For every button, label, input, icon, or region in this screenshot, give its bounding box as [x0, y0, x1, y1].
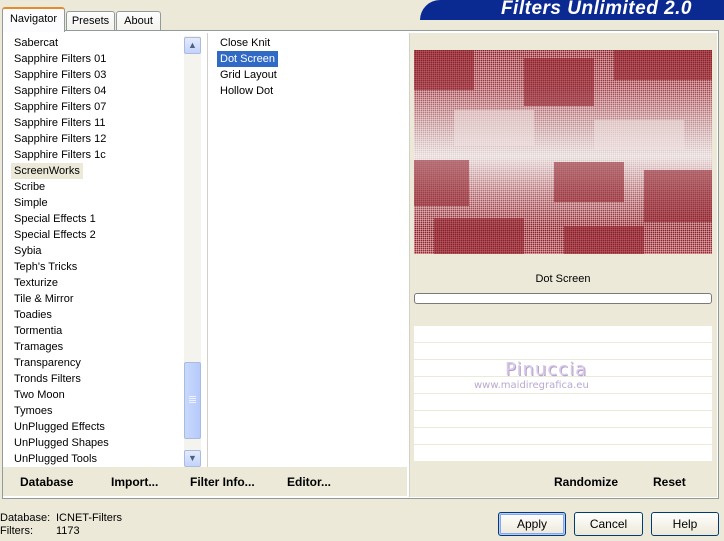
category-item[interactable]: Two Moon — [11, 387, 68, 403]
category-item[interactable]: Toadies — [11, 307, 55, 323]
category-item[interactable]: Tile & Mirror — [11, 291, 76, 307]
tab-navigator[interactable]: Navigator — [2, 7, 65, 32]
category-item[interactable]: UnPlugged Effects — [11, 419, 108, 435]
import-button[interactable]: Import... — [111, 474, 158, 490]
filter-list: Close Knit Dot Screen Grid Layout Hollow Do… — [207, 33, 408, 467]
parameter-row[interactable] — [414, 427, 712, 444]
category-item[interactable]: Sapphire Filters 07 — [11, 99, 109, 115]
filter-item[interactable]: Grid Layout — [217, 67, 280, 83]
category-item[interactable]: Special Effects 1 — [11, 211, 99, 227]
category-list: Sabercat Sapphire Filters 01 Sapphire Filt… — [3, 33, 183, 467]
parameter-row[interactable] — [414, 410, 712, 427]
category-item[interactable]: Sapphire Filters 11 — [11, 115, 109, 131]
cancel-button[interactable]: Cancel — [574, 512, 643, 536]
filter-item[interactable]: Hollow Dot — [217, 83, 276, 99]
preview-panel: Dot Screen Pinuccia www.maidiregrafica.e… — [409, 33, 717, 497]
category-item[interactable]: Tormentia — [11, 323, 65, 339]
category-item[interactable]: Transparency — [11, 355, 84, 371]
scroll-thumb[interactable] — [184, 362, 201, 439]
category-item[interactable]: ScreenWorks — [11, 163, 83, 179]
parameter-row[interactable] — [414, 444, 712, 461]
app-title: Filters Unlimited 2.0 — [500, 0, 692, 19]
database-value: ICNET-Filters — [56, 512, 122, 524]
title-banner: Filters Unlimited 2.0 — [420, 0, 724, 20]
filter-item[interactable]: Close Knit — [217, 35, 273, 51]
help-button[interactable]: Help — [651, 512, 719, 536]
category-item[interactable]: Sapphire Filters 12 — [11, 131, 109, 147]
category-item[interactable]: Simple — [11, 195, 51, 211]
watermark-name: Pinuccia — [505, 359, 588, 380]
database-button[interactable]: Database — [20, 474, 73, 490]
parameter-row[interactable] — [414, 325, 712, 342]
scroll-down-button[interactable]: ▼ — [184, 450, 201, 467]
parameter-row[interactable] — [414, 393, 712, 410]
filters-count: 1173 — [56, 525, 80, 537]
category-item[interactable]: Texturize — [11, 275, 61, 291]
reset-button[interactable]: Reset — [653, 474, 686, 490]
category-scrollbar[interactable]: ▲ ▼ — [184, 36, 201, 467]
category-item[interactable]: Sapphire Filters 04 — [11, 83, 109, 99]
filter-name-label: Dot Screen — [535, 273, 591, 285]
filter-item[interactable]: Dot Screen — [215, 50, 280, 68]
tab-about[interactable]: About — [116, 11, 161, 30]
category-item[interactable]: Tramages — [11, 339, 66, 355]
category-item[interactable]: UnPlugged Tools — [11, 451, 100, 467]
category-item[interactable]: Tymoes — [11, 403, 56, 419]
filter-info-button[interactable]: Filter Info... — [190, 474, 255, 490]
tab-presets[interactable]: Presets — [66, 11, 115, 30]
editor-button[interactable]: Editor... — [287, 474, 331, 490]
preview-image — [414, 50, 712, 254]
database-label: Database: — [0, 512, 51, 524]
parameter-row[interactable] — [414, 342, 712, 359]
randomize-button[interactable]: Randomize — [554, 474, 618, 490]
filter-name-bar: Dot Screen — [414, 269, 712, 291]
watermark-url: www.maidiregrafica.eu — [474, 380, 589, 391]
category-item[interactable]: Special Effects 2 — [11, 227, 99, 243]
apply-button[interactable]: Apply — [498, 512, 566, 536]
category-item[interactable]: Sabercat — [11, 35, 61, 51]
category-item[interactable]: UnPlugged Shapes — [11, 435, 112, 451]
category-item[interactable]: Scribe — [11, 179, 48, 195]
filters-label: Filters: — [0, 525, 33, 537]
category-item[interactable]: Tronds Filters — [11, 371, 84, 387]
category-item[interactable]: Sapphire Filters 03 — [11, 67, 109, 83]
category-item[interactable]: Sybia — [11, 243, 45, 259]
parameter-slider[interactable] — [414, 293, 712, 304]
scroll-up-button[interactable]: ▲ — [184, 37, 201, 54]
category-item[interactable]: Teph's Tricks — [11, 259, 80, 275]
category-item[interactable]: Sapphire Filters 1c — [11, 147, 109, 163]
category-item[interactable]: Sapphire Filters 01 — [11, 51, 109, 67]
